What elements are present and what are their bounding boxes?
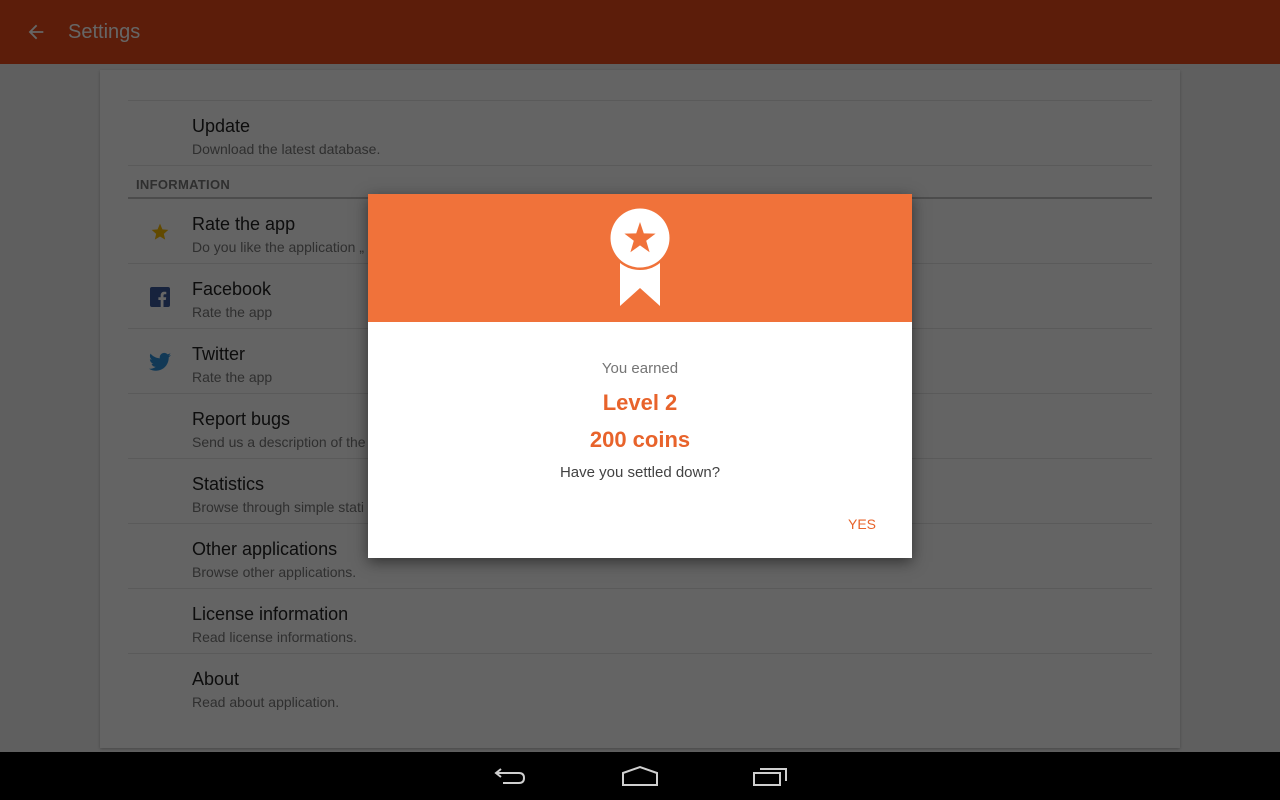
level-value: Level 2 bbox=[602, 390, 678, 415]
nav-recents-button[interactable] bbox=[744, 758, 796, 794]
award-ribbon-icon bbox=[610, 208, 670, 306]
nav-back-icon bbox=[494, 768, 526, 784]
nav-recents-icon bbox=[753, 768, 787, 786]
coins-value: 200 coins bbox=[589, 427, 691, 452]
nav-home-button[interactable] bbox=[614, 758, 666, 794]
earned-label: You earned bbox=[601, 360, 679, 377]
nav-back-button[interactable] bbox=[484, 758, 536, 794]
nav-home-icon bbox=[622, 765, 658, 786]
yes-button[interactable]: YES bbox=[848, 516, 876, 532]
reward-dialog: You earned Level 2 200 coins Have you se… bbox=[368, 194, 912, 558]
dialog-header bbox=[368, 194, 912, 322]
system-nav-bar bbox=[0, 752, 1280, 800]
dialog-question: Have you settled down? bbox=[559, 464, 721, 481]
